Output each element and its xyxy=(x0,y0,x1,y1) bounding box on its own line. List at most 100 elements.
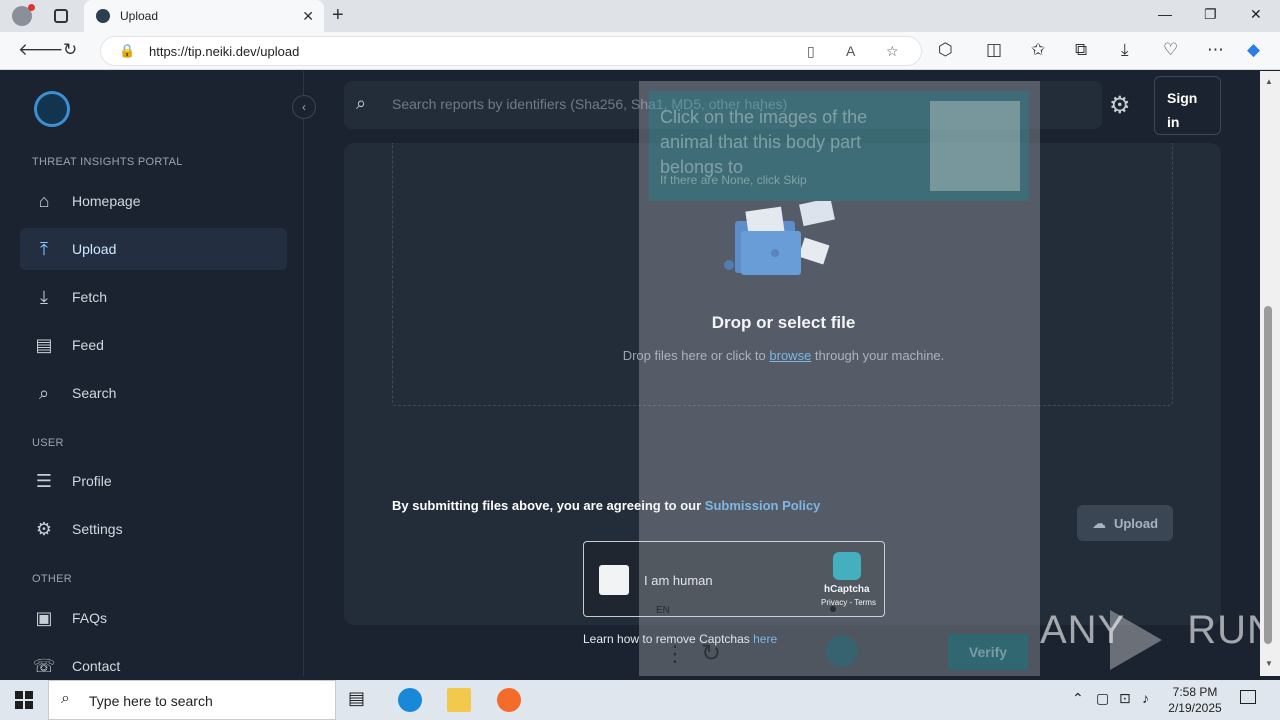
browser-tab-bar: Upload ✕ + — ❐ ✕ xyxy=(0,0,1280,32)
extensions-icon[interactable]: ⬡ xyxy=(938,40,953,60)
site-favicon-icon xyxy=(96,9,110,23)
clock-date: 2/19/2025 xyxy=(1168,701,1222,715)
browser-essentials-icon[interactable]: ♡ xyxy=(1163,40,1178,60)
sidebar-item-contact[interactable]: ☏ Contact xyxy=(20,645,287,676)
sidebar-item-faqs[interactable]: ▣ FAQs xyxy=(20,597,287,639)
split-screen-icon[interactable]: ◫ xyxy=(986,40,1002,60)
copilot-icon[interactable]: ◆ xyxy=(1247,40,1260,60)
sidebar-item-label: Feed xyxy=(72,337,104,353)
tab-title: Upload xyxy=(120,9,159,23)
start-button[interactable] xyxy=(15,691,33,709)
close-tab-icon[interactable]: ✕ xyxy=(302,8,314,25)
download-icon: ⤓ xyxy=(40,286,48,307)
sidebar-item-search[interactable]: ⌕ Search xyxy=(20,372,287,414)
challenge-subtitle: If there are None, click Skip xyxy=(660,173,807,187)
show-hidden-icons-icon[interactable]: ⌃ xyxy=(1072,690,1084,707)
sidebar-item-label: Upload xyxy=(72,241,117,257)
cloud-upload-icon: ☁ xyxy=(1091,514,1106,531)
lock-icon[interactable]: 🔒 xyxy=(119,43,135,59)
back-arrow-icon[interactable]: 🡐 xyxy=(18,40,64,60)
challenge-header: Click on the images of the animal that t… xyxy=(649,91,1029,201)
notifications-icon[interactable] xyxy=(1240,690,1256,704)
maximize-button[interactable]: ❐ xyxy=(1204,6,1217,23)
sidebar-item-settings[interactable]: ⚙ Settings xyxy=(20,508,287,550)
captcha-challenge-overlay: Click on the images of the animal that t… xyxy=(639,81,1040,676)
scrollbar-thumb[interactable] xyxy=(1264,306,1272,644)
taskbar-search-input[interactable]: Type here to search xyxy=(89,693,213,709)
browser-tab-upload[interactable]: Upload ✕ xyxy=(84,0,324,32)
challenge-page-dot-icon xyxy=(830,606,836,612)
sidebar-item-label: Contact xyxy=(72,658,121,674)
challenge-verify-button[interactable]: Verify xyxy=(948,634,1028,670)
more-menu-icon[interactable]: ⋯ xyxy=(1207,40,1224,60)
taskbar-search[interactable]: ⌕ Type here to search xyxy=(48,680,336,720)
network-icon[interactable]: ⊡ xyxy=(1119,690,1131,707)
page-scrollbar[interactable]: ▲ ▼ xyxy=(1260,71,1280,676)
sidebar-item-label: Profile xyxy=(72,473,112,489)
sidebar-item-fetch[interactable]: ⤓ Fetch xyxy=(20,276,287,318)
volume-icon[interactable]: ♪ xyxy=(1142,690,1149,706)
file-explorer-icon[interactable] xyxy=(447,688,471,712)
reader-view-icon[interactable]: ▯ xyxy=(807,43,815,60)
portal-logo[interactable] xyxy=(34,91,70,127)
upload-icon: ⤒ xyxy=(40,238,48,259)
scroll-down-icon[interactable]: ▼ xyxy=(1265,659,1273,668)
watermark-play-icon xyxy=(1110,610,1162,670)
browser-nav-bar: 🡐 ↻ 🔒 https://tip.neiki.dev/upload ▯ A ☆… xyxy=(0,32,1280,70)
upload-button-label: Upload xyxy=(1113,515,1159,531)
challenge-hcaptcha-logo-icon xyxy=(826,635,858,667)
section-label-other: OTHER xyxy=(32,573,72,585)
contact-icon: ☏ xyxy=(32,655,56,676)
search-icon: ⌕ xyxy=(61,690,70,707)
sidebar-item-profile[interactable]: ☰ Profile xyxy=(20,460,287,502)
sign-in-label-line1: Sign xyxy=(1167,90,1198,106)
sign-in-button[interactable]: Sign in xyxy=(1154,76,1221,135)
firefox-icon[interactable] xyxy=(497,688,521,712)
collapse-sidebar-button[interactable]: ‹ xyxy=(292,95,316,119)
new-tab-button[interactable]: + xyxy=(332,4,344,27)
faq-icon: ▣ xyxy=(35,607,53,628)
feed-icon: ▤ xyxy=(35,334,53,355)
sidebar-item-upload[interactable]: ⤒ Upload xyxy=(20,228,287,270)
windows-taskbar: ⌕ Type here to search ▤ ⌃ ▢ ⊡ ♪ 7:58 PM … xyxy=(0,680,1280,720)
address-bar[interactable]: 🔒 https://tip.neiki.dev/upload ▯ A ☆ xyxy=(100,36,922,66)
sign-in-label-line2: in xyxy=(1167,114,1180,130)
refresh-icon[interactable]: ↻ xyxy=(63,40,77,60)
sidebar-item-label: Settings xyxy=(72,521,123,537)
challenge-refresh-icon[interactable]: ↻ xyxy=(701,639,721,668)
sidebar-item-label: Search xyxy=(72,385,117,401)
favorite-star-icon[interactable]: ☆ xyxy=(886,43,899,60)
scroll-up-icon[interactable]: ▲ xyxy=(1265,77,1273,86)
sidebar-item-label: FAQs xyxy=(72,610,108,626)
challenge-menu-icon[interactable]: ⋮ xyxy=(664,641,686,667)
url-text[interactable]: https://tip.neiki.dev/upload xyxy=(149,44,299,59)
clock-time: 7:58 PM xyxy=(1172,685,1218,699)
home-icon: ⌂ xyxy=(38,190,50,211)
favorites-icon[interactable]: ✩ xyxy=(1031,40,1045,60)
notification-dot-icon xyxy=(28,4,35,11)
upload-button[interactable]: ☁ Upload xyxy=(1077,505,1173,541)
section-label-user: USER xyxy=(32,437,64,449)
app-window: ‹ THREAT INSIGHTS PORTAL ⌂ Homepage ⤒ Up… xyxy=(4,71,1260,676)
sidebar-item-label: Fetch xyxy=(72,289,108,305)
search-icon: ⌕ xyxy=(38,382,50,403)
sidebar-item-feed[interactable]: ▤ Feed xyxy=(20,324,287,366)
downloads-icon[interactable]: ⤓ xyxy=(1121,40,1129,60)
captcha-checkbox[interactable] xyxy=(599,565,629,595)
settings-gear-icon[interactable]: ⚙ xyxy=(1109,91,1131,120)
tab-actions-icon[interactable] xyxy=(54,9,68,23)
task-view-icon[interactable]: ▤ xyxy=(348,688,372,712)
gear-icon: ⚙ xyxy=(35,518,53,539)
challenge-language-selector[interactable]: EN xyxy=(656,605,670,616)
collections-icon[interactable]: ⧉ xyxy=(1075,40,1087,60)
taskbar-clock[interactable]: 7:58 PM 2/19/2025 xyxy=(1162,684,1228,716)
close-window-button[interactable]: ✕ xyxy=(1250,6,1262,23)
read-aloud-icon[interactable]: A xyxy=(846,43,855,59)
search-icon: ⌕ xyxy=(356,93,367,113)
sidebar-item-homepage[interactable]: ⌂ Homepage xyxy=(20,180,287,222)
edge-browser-icon[interactable] xyxy=(398,688,422,712)
section-label-portal: THREAT INSIGHTS PORTAL xyxy=(32,156,183,168)
device-icon[interactable]: ▢ xyxy=(1096,690,1109,707)
profile-icon: ☰ xyxy=(35,470,53,491)
minimize-button[interactable]: — xyxy=(1158,6,1172,22)
